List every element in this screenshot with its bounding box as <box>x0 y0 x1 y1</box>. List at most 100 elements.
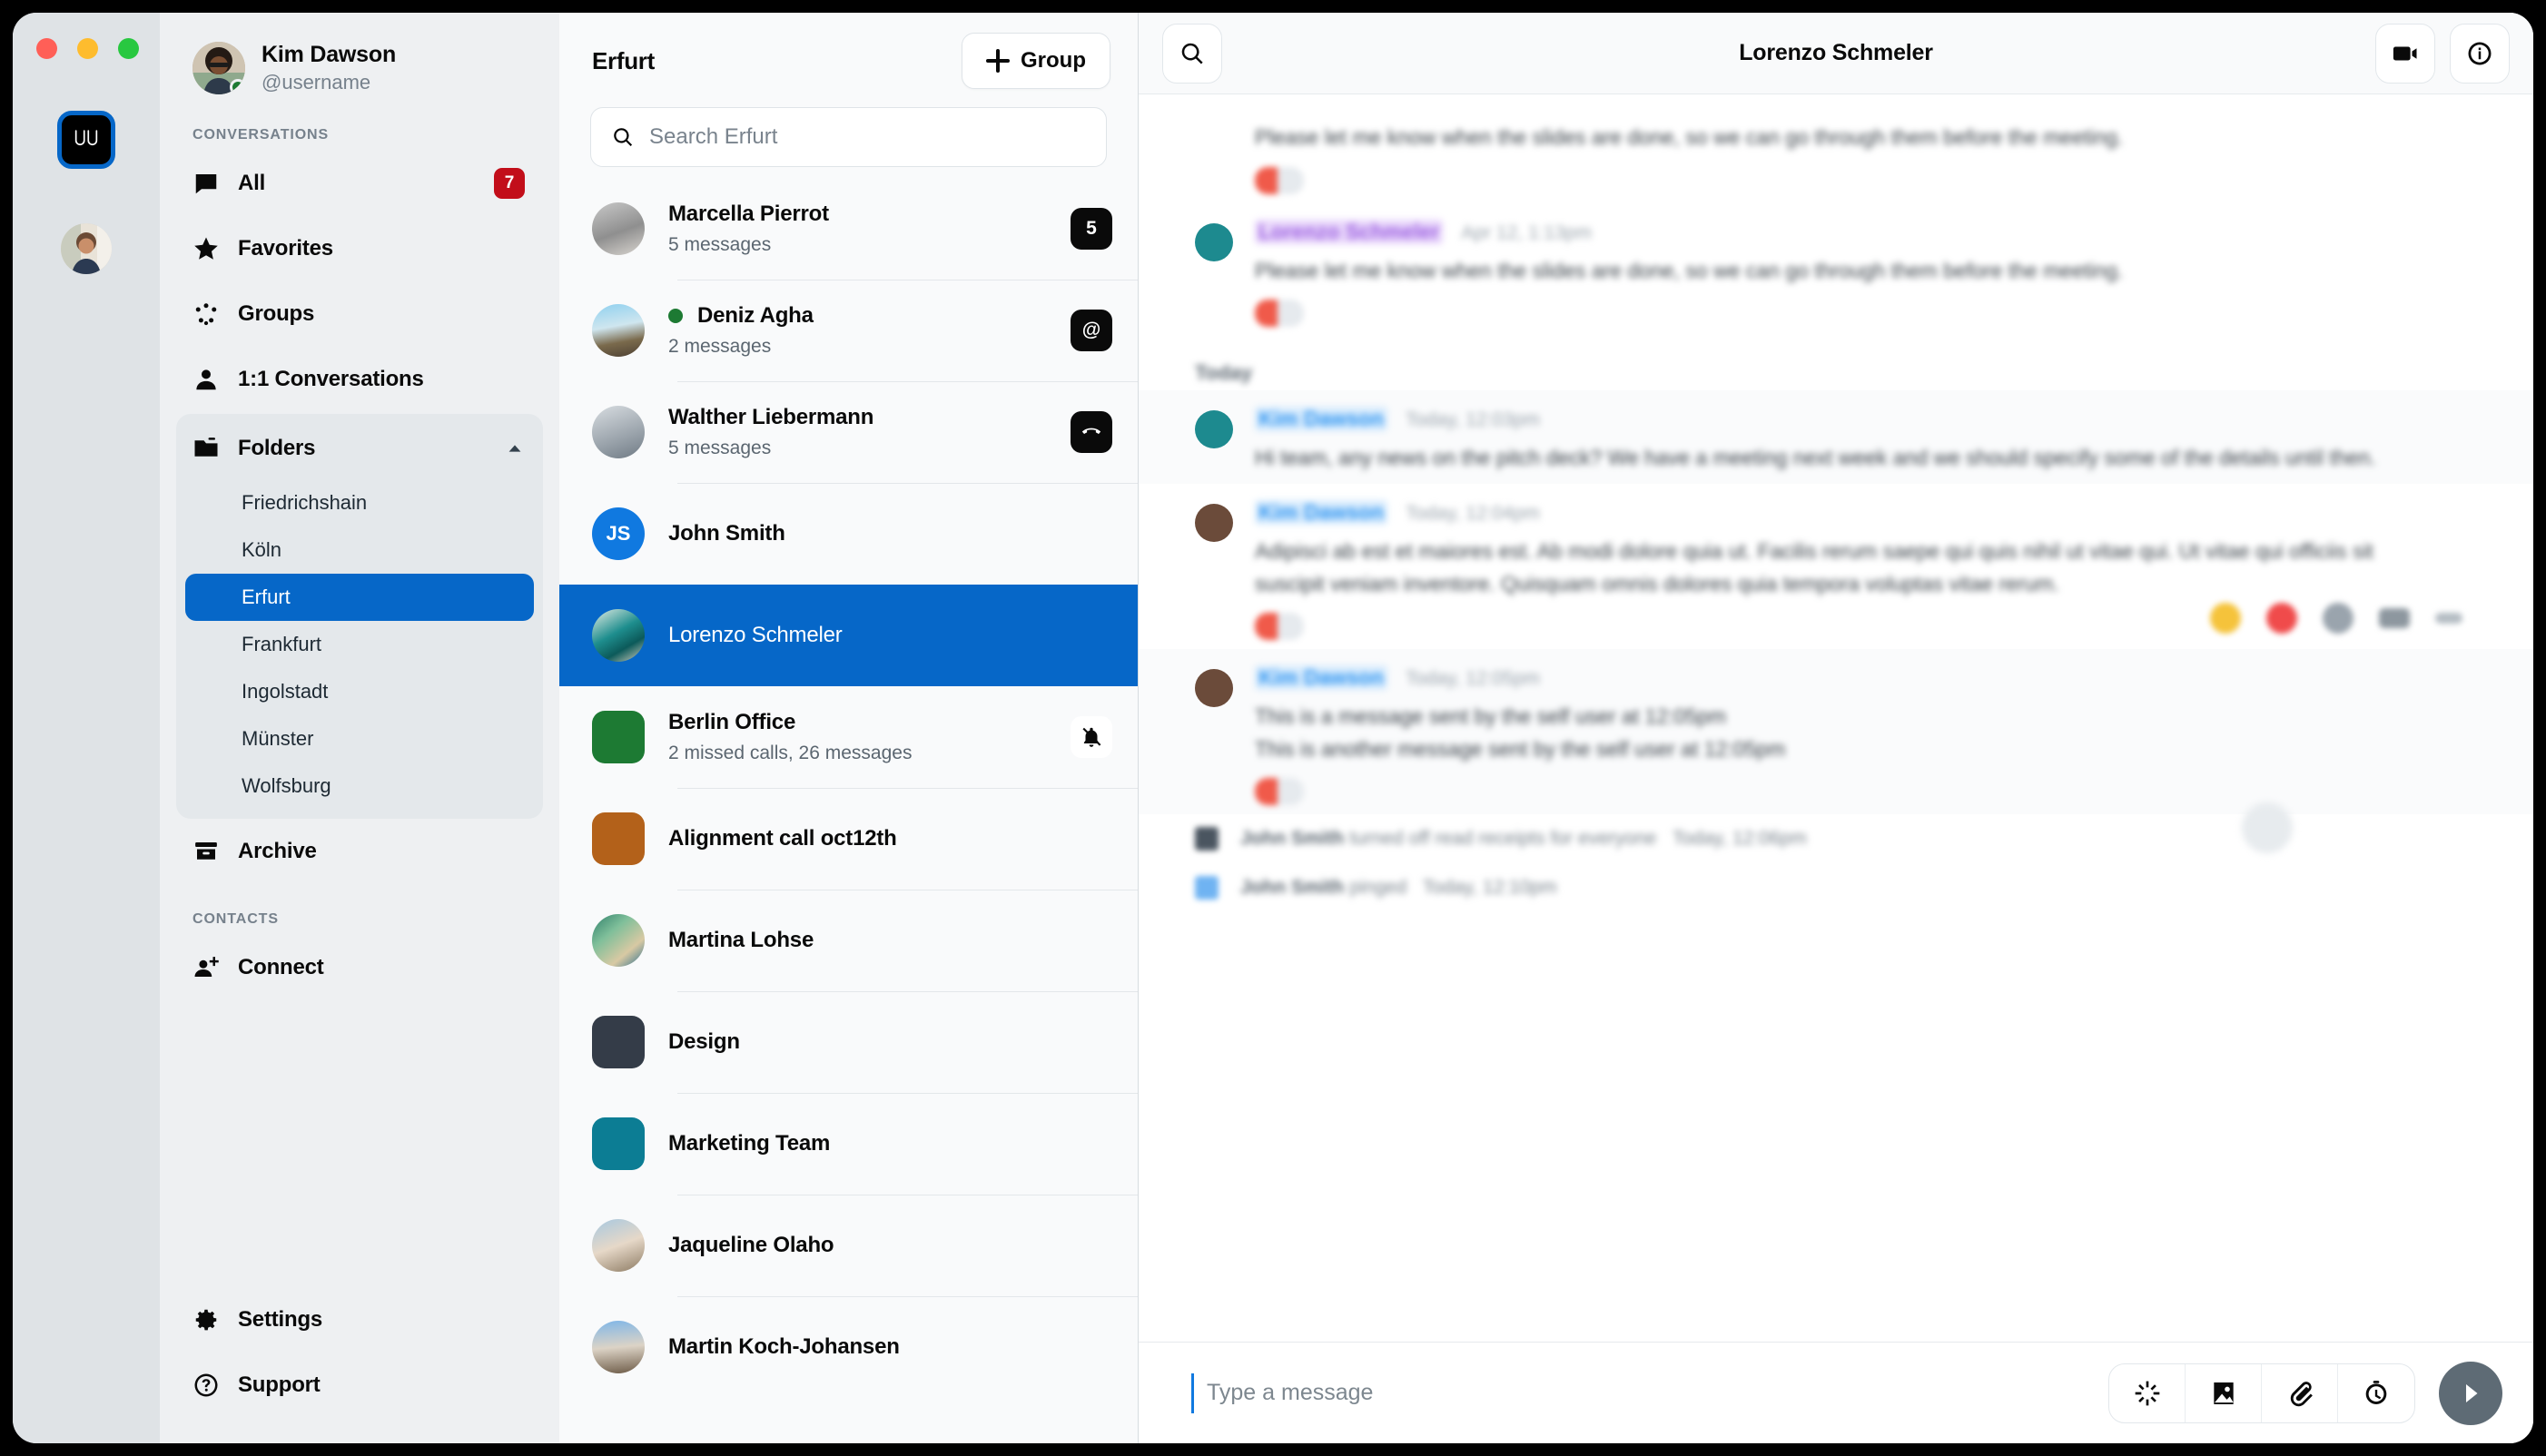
folder-item-erfurt[interactable]: Erfurt <box>185 574 534 621</box>
message-reaction[interactable] <box>1255 613 1304 640</box>
list-item[interactable]: Alignment call oct12th <box>559 788 1138 890</box>
list-item[interactable]: Deniz Agha 2 messages @ <box>559 280 1138 381</box>
sidebar-item-label: Archive <box>238 839 317 864</box>
message-author[interactable]: Kim Dawson <box>1255 665 1387 690</box>
reply-icon[interactable] <box>2379 608 2410 628</box>
message-author[interactable]: Kim Dawson <box>1255 407 1387 431</box>
search-box[interactable] <box>590 107 1107 167</box>
star-icon <box>192 235 220 262</box>
avatar <box>592 202 645 255</box>
conversation-name: Martin Koch-Johansen <box>668 1334 900 1360</box>
folder-item-frankfurt[interactable]: Frankfurt <box>185 621 534 668</box>
message-reaction[interactable] <box>1255 167 1304 194</box>
list-item[interactable]: Martin Koch-Johansen <box>559 1296 1138 1398</box>
sidebar-item-all[interactable]: All 7 <box>176 151 543 216</box>
sidebar-item-connect[interactable]: Connect <box>176 935 543 1000</box>
conversation-name: Design <box>668 1029 740 1055</box>
folders-toggle[interactable]: Folders <box>176 418 543 479</box>
list-item-selected[interactable]: Lorenzo Schmeler <box>559 585 1138 686</box>
image-icon <box>2209 1379 2238 1408</box>
message-list[interactable]: Please let me know when the slides are d… <box>1139 94 2533 1342</box>
list-item[interactable]: Marcella Pierrot 5 messages 5 <box>559 178 1138 280</box>
sidebar-item-label: Connect <box>238 955 324 980</box>
conversation-name: Alignment call oct12th <box>668 826 897 851</box>
system-message-body: pinged <box>1349 877 1406 898</box>
emoji-picker-icon[interactable] <box>2323 603 2354 634</box>
sidebar-item-archive[interactable]: Archive <box>176 819 543 884</box>
message-reaction[interactable] <box>1255 300 1304 327</box>
conversation-list-scroll[interactable]: Marcella Pierrot 5 messages 5 Deniz Agha… <box>559 178 1138 1443</box>
heart-reaction-icon[interactable] <box>2266 603 2297 634</box>
start-video-call-button[interactable] <box>2375 24 2435 84</box>
avatar <box>592 1219 645 1272</box>
image-button[interactable] <box>2186 1364 2262 1422</box>
search-input[interactable] <box>649 124 1086 150</box>
message: Kim Dawson Today, 12:03pm Hi team, any n… <box>1139 390 2533 484</box>
ai-sparkle-button[interactable] <box>2109 1364 2186 1422</box>
day-separator-label: Today <box>1195 361 1252 384</box>
list-item[interactable]: Design <box>559 991 1138 1093</box>
copy-icon[interactable] <box>2242 802 2293 853</box>
message-composer <box>1139 1342 2533 1443</box>
conversation-info-button[interactable] <box>2450 24 2510 84</box>
list-item[interactable]: Berlin Office 2 missed calls, 26 message… <box>559 686 1138 788</box>
system-message-actor: John Smith <box>1240 877 1344 898</box>
chevron-up-icon <box>505 438 525 458</box>
conversation-subtitle: 2 messages <box>668 336 814 358</box>
message-author[interactable]: Lorenzo Schmeler <box>1255 220 1443 244</box>
traffic-lights <box>36 38 139 59</box>
folder-item-friedrichshain[interactable]: Friedrichshain <box>185 479 534 526</box>
conversation-name: John Smith <box>668 521 785 546</box>
list-item[interactable]: Martina Lohse <box>559 890 1138 991</box>
new-group-button[interactable]: Group <box>962 33 1110 89</box>
secondary-account-avatar[interactable] <box>61 223 112 274</box>
folders-group: Folders Friedrichshain Köln Erfurt Frank… <box>176 414 543 819</box>
more-options-icon[interactable] <box>2435 613 2462 624</box>
app-window: Kim Dawson @username CONVERSATIONS All 7… <box>13 13 2533 1443</box>
message-input[interactable] <box>1207 1380 2108 1406</box>
timed-message-button[interactable] <box>2338 1364 2414 1422</box>
question-circle-icon <box>192 1372 220 1399</box>
chat-search-button[interactable] <box>1162 24 1222 84</box>
message-author[interactable]: Kim Dawson <box>1255 500 1387 525</box>
folder-item-wolfsburg[interactable]: Wolfsburg <box>185 762 534 810</box>
list-item[interactable]: Marketing Team <box>559 1093 1138 1195</box>
sidebar-item-settings[interactable]: Settings <box>176 1287 543 1353</box>
message-timestamp: Apr 12, 1:13pm <box>1461 222 1592 244</box>
sidebar-item-groups[interactable]: Groups <box>176 281 543 347</box>
conversation-name: Walther Liebermann <box>668 405 873 430</box>
message-reaction[interactable] <box>1255 778 1304 805</box>
sidebar-item-support[interactable]: Support <box>176 1353 543 1418</box>
folder-item-koln[interactable]: Köln <box>185 526 534 574</box>
message-hover-toolbar[interactable] <box>2210 603 2462 634</box>
profile-name: Kim Dawson <box>262 42 396 69</box>
message-timestamp: Today, 12:03pm <box>1406 409 1540 431</box>
missed-call-badge <box>1071 411 1112 453</box>
profile-handle: @username <box>262 71 396 94</box>
folder-item-ingolstadt[interactable]: Ingolstadt <box>185 668 534 715</box>
wire-logo-glyph <box>71 124 102 155</box>
attachment-icon <box>2285 1379 2314 1408</box>
avatar <box>1195 669 1233 707</box>
wire-logo[interactable] <box>57 111 115 169</box>
user-profile[interactable]: Kim Dawson @username <box>176 13 543 100</box>
send-icon <box>2457 1380 2484 1407</box>
sidebar-item-label: Groups <box>238 301 314 327</box>
list-item[interactable]: Jaqueline Olaho <box>559 1195 1138 1296</box>
folder-item-munster[interactable]: Münster <box>185 715 534 762</box>
list-item[interactable]: Walther Liebermann 5 messages <box>559 381 1138 483</box>
thumbs-up-reaction-icon[interactable] <box>2210 603 2241 634</box>
sidebar-item-label: Settings <box>238 1307 322 1333</box>
list-item[interactable]: JS John Smith <box>559 483 1138 585</box>
folder-title: Erfurt <box>592 47 655 75</box>
maximize-window-button[interactable] <box>118 38 139 59</box>
close-window-button[interactable] <box>36 38 57 59</box>
text-caret <box>1191 1373 1194 1413</box>
sidebar-item-favorites[interactable]: Favorites <box>176 216 543 281</box>
sidebar-item-one-to-one[interactable]: 1:1 Conversations <box>176 347 543 412</box>
mention-badge: @ <box>1071 310 1112 351</box>
send-button[interactable] <box>2439 1362 2502 1425</box>
minimize-window-button[interactable] <box>77 38 98 59</box>
avatar-image <box>61 223 112 274</box>
attachment-button[interactable] <box>2262 1364 2338 1422</box>
